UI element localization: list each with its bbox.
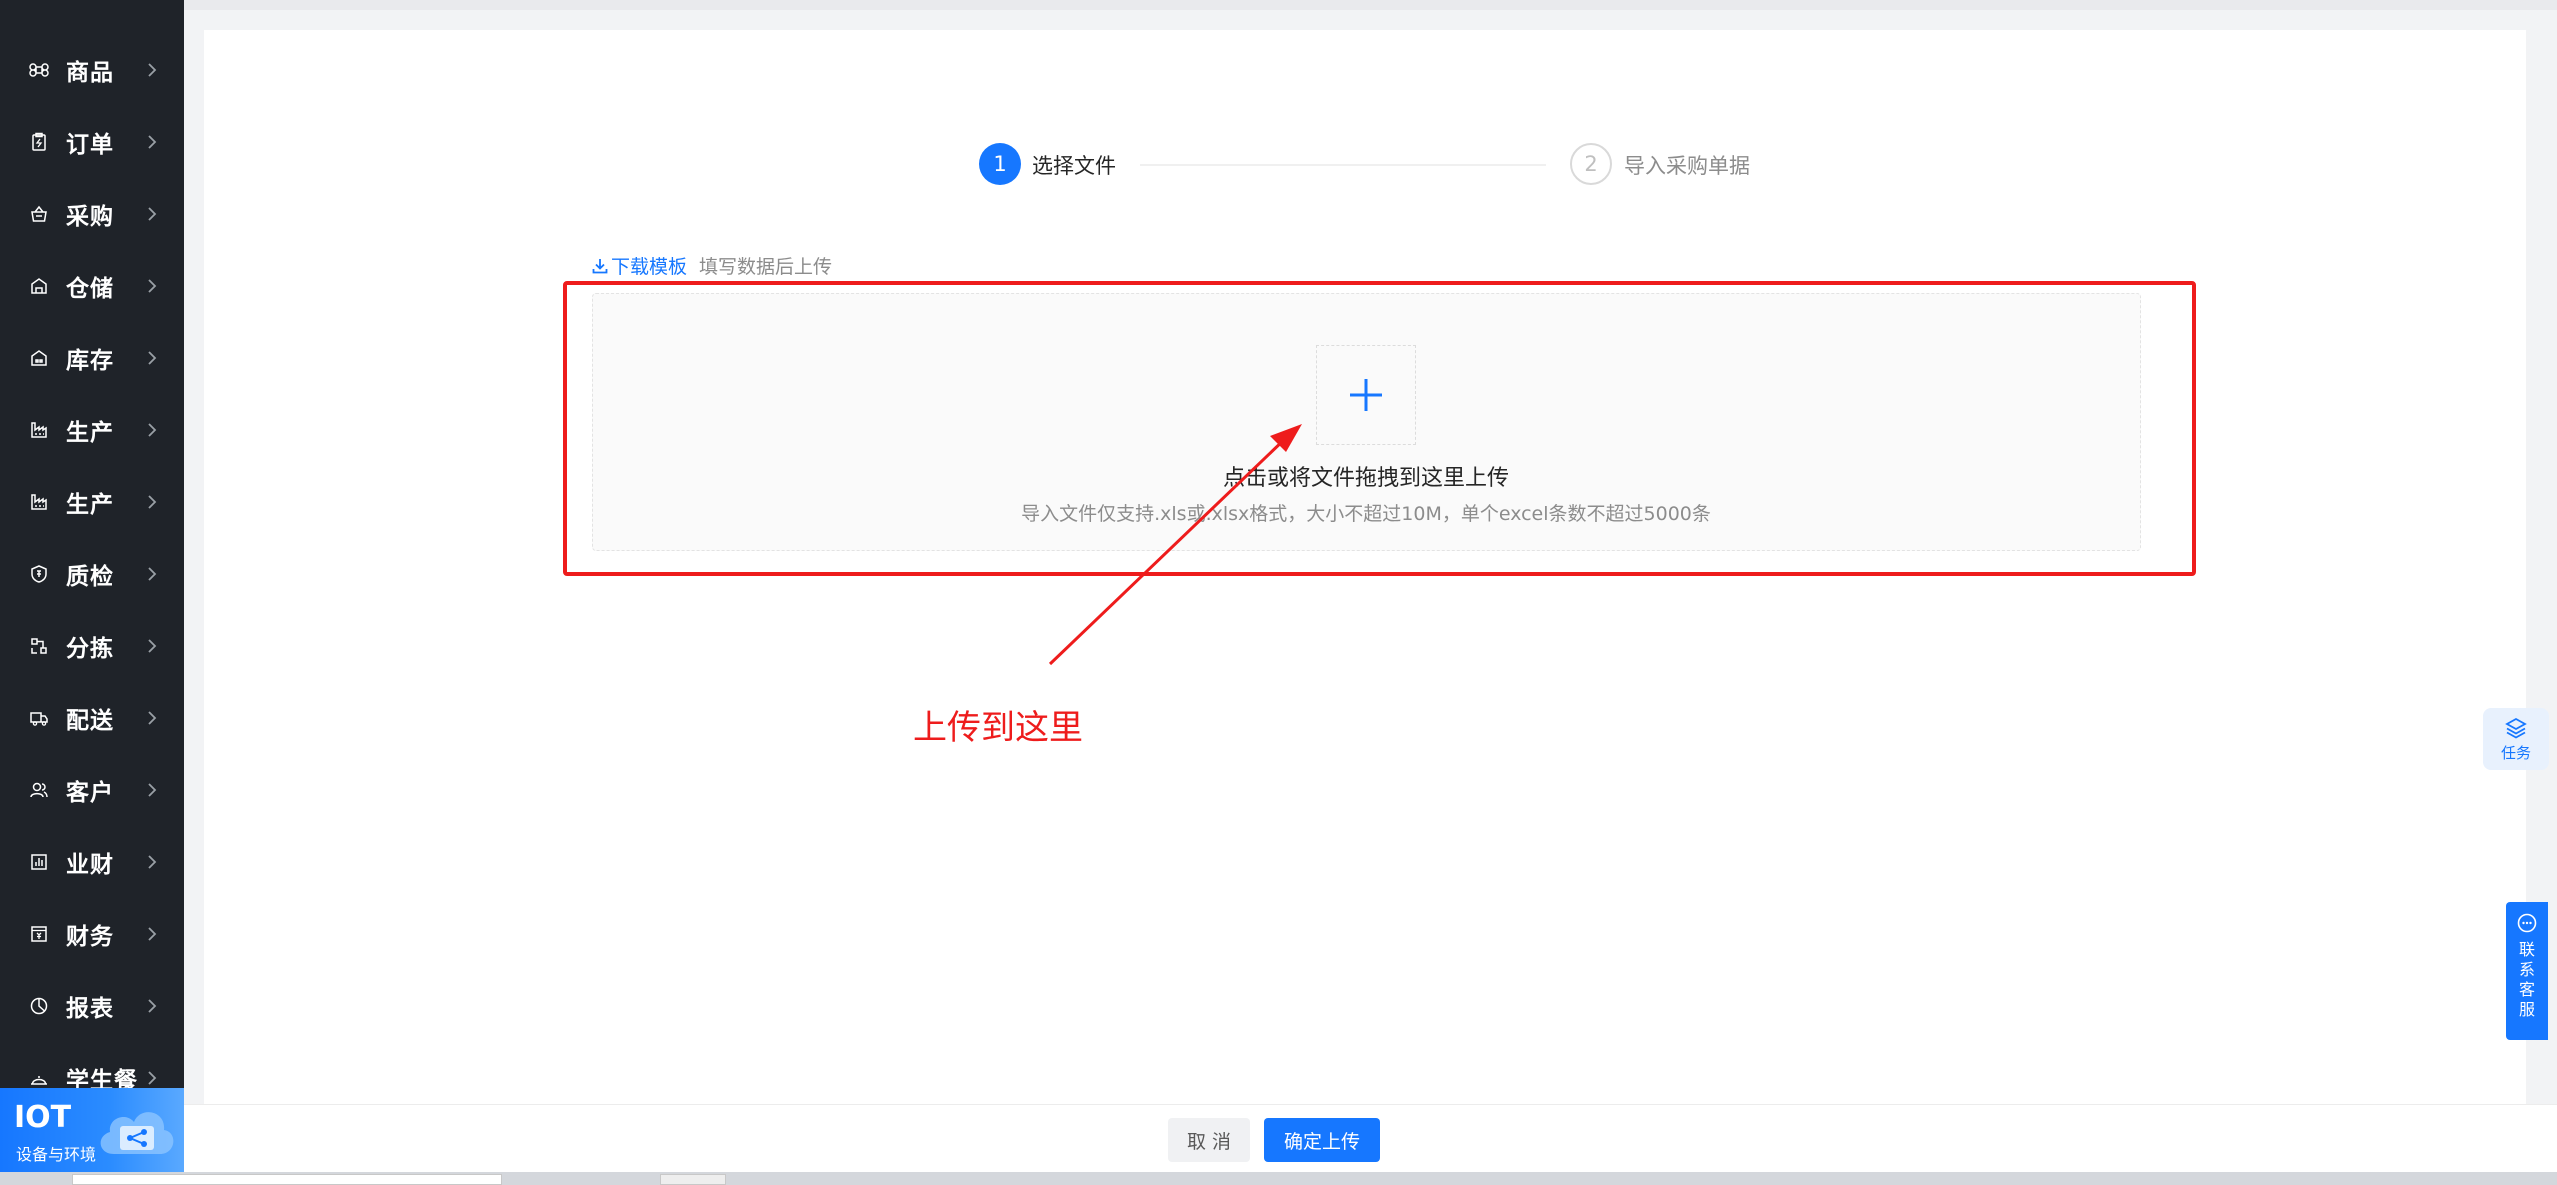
sidebar-item-label: 业财 — [66, 852, 114, 878]
sidebar-item-label: 采购 — [66, 204, 114, 230]
download-template-label: 下载模板 — [611, 256, 688, 278]
chevron-right-icon — [148, 711, 157, 725]
task-label: 任务 — [2500, 743, 2531, 762]
chevron-right-icon — [148, 927, 157, 941]
truck-icon — [28, 707, 50, 729]
sort-icon — [28, 635, 50, 657]
contact-service-widget[interactable]: 联系客服 — [2506, 902, 2548, 1040]
chevron-right-icon — [148, 639, 157, 653]
sidebar-item-label: 客户 — [66, 780, 114, 806]
chevron-right-icon — [148, 279, 157, 293]
chevron-right-icon — [148, 135, 157, 149]
iot-subtitle: 设备与环境 — [16, 1145, 97, 1164]
sidebar-item-label: 配送 — [66, 708, 114, 734]
sidebar-item[interactable]: 配送 — [0, 688, 184, 748]
step-connector — [1140, 164, 1546, 166]
sidebar-item-label: 商品 — [66, 60, 114, 86]
sidebar-item-label: 订单 — [66, 132, 114, 158]
sidebar-item[interactable]: 报表 — [0, 976, 184, 1036]
command-icon — [28, 59, 50, 81]
chevron-right-icon — [148, 567, 157, 581]
sidebar-item-label: 质检 — [66, 564, 114, 590]
basket-icon — [28, 203, 50, 225]
plus-icon — [1350, 379, 1382, 411]
step-2-indicator: 2 — [1570, 143, 1612, 185]
sidebar-item[interactable]: 采购 — [0, 184, 184, 244]
iot-cloud-icon — [100, 1112, 174, 1154]
sidebar-item[interactable]: 库存 — [0, 328, 184, 388]
sidebar-item-label: 报表 — [66, 996, 114, 1022]
sidebar-item-label: 生产 — [66, 492, 114, 518]
sidebar-item-label: 库存 — [66, 348, 114, 374]
top-strip — [184, 0, 2557, 10]
contact-service-label: 联系客服 — [2519, 940, 2536, 1019]
step-1-indicator: 1 — [979, 143, 1021, 185]
chevron-right-icon — [148, 495, 157, 509]
sidebar-item-label: 生产 — [66, 420, 114, 446]
download-hint: 填写数据后上传 — [699, 256, 833, 278]
sidebar-item[interactable]: 业财 — [0, 832, 184, 892]
confirm-upload-button[interactable]: 确定上传 — [1264, 1118, 1380, 1162]
chevron-right-icon — [148, 351, 157, 365]
chevron-right-icon — [148, 423, 157, 437]
sidebar-item[interactable]: 分拣 — [0, 616, 184, 676]
users-icon — [28, 779, 50, 801]
iot-title: IOT — [14, 1100, 72, 1135]
import-card — [204, 30, 2526, 1110]
step-2-label: 导入采购单据 — [1624, 154, 1750, 178]
sidebar-item[interactable]: 生产 — [0, 472, 184, 532]
taskbar-window[interactable] — [660, 1174, 726, 1185]
sidebar-item-label: 财务 — [66, 924, 114, 950]
iot-entry[interactable]: IOT 设备与环境 — [0, 1088, 184, 1185]
chevron-right-icon — [148, 783, 157, 797]
chevron-right-icon — [148, 1071, 157, 1085]
download-template-link[interactable]: 下载模板 — [591, 252, 687, 279]
chat-icon — [2517, 913, 2537, 933]
sidebar-item[interactable]: 生产 — [0, 400, 184, 460]
sidebar-item[interactable]: 质检 — [0, 544, 184, 604]
chevron-right-icon — [148, 207, 157, 221]
shield-icon — [28, 563, 50, 585]
sidebar-item-label: 仓储 — [66, 276, 114, 302]
chevron-right-icon — [148, 999, 157, 1013]
finance-icon — [28, 923, 50, 945]
sidebar-item[interactable]: 订单 — [0, 112, 184, 172]
sidebar: 商品 订单 采购 仓储 库存 生产 生产 质检 分拣 配送 客户 业财 财务 报表 学生餐 IOT 设备与环… — [0, 0, 184, 1185]
inventory-icon — [28, 347, 50, 369]
taskbar-window[interactable] — [72, 1174, 502, 1185]
cancel-button[interactable]: 取 消 — [1168, 1118, 1250, 1162]
download-icon — [592, 258, 608, 273]
bar-chart-icon — [28, 851, 50, 873]
sidebar-item-label: 分拣 — [66, 636, 114, 662]
task-widget[interactable]: 任务 — [2483, 708, 2549, 770]
warehouse-icon — [28, 275, 50, 297]
upload-button[interactable] — [1316, 345, 1416, 445]
cloche-icon — [28, 1067, 50, 1089]
layers-icon — [2505, 717, 2527, 739]
sidebar-item[interactable]: 财务 — [0, 904, 184, 964]
chevron-right-icon — [148, 63, 157, 77]
pie-chart-icon — [28, 995, 50, 1017]
factory-icon — [28, 491, 50, 513]
sidebar-item[interactable]: 商品 — [0, 40, 184, 100]
clipboard-icon — [28, 131, 50, 153]
sidebar-item[interactable]: 客户 — [0, 760, 184, 820]
step-1-label: 选择文件 — [1032, 154, 1116, 178]
annotation-text: 上传到这里 — [913, 708, 1083, 748]
upload-title: 点击或将文件拖拽到这里上传 — [1222, 466, 1509, 491]
chevron-right-icon — [148, 855, 157, 869]
upload-hint: 导入文件仅支持.xls或.xlsx格式，大小不超过10M，单个excel条数不超… — [1021, 503, 1711, 525]
factory-icon — [28, 419, 50, 441]
sidebar-item[interactable]: 仓储 — [0, 256, 184, 316]
